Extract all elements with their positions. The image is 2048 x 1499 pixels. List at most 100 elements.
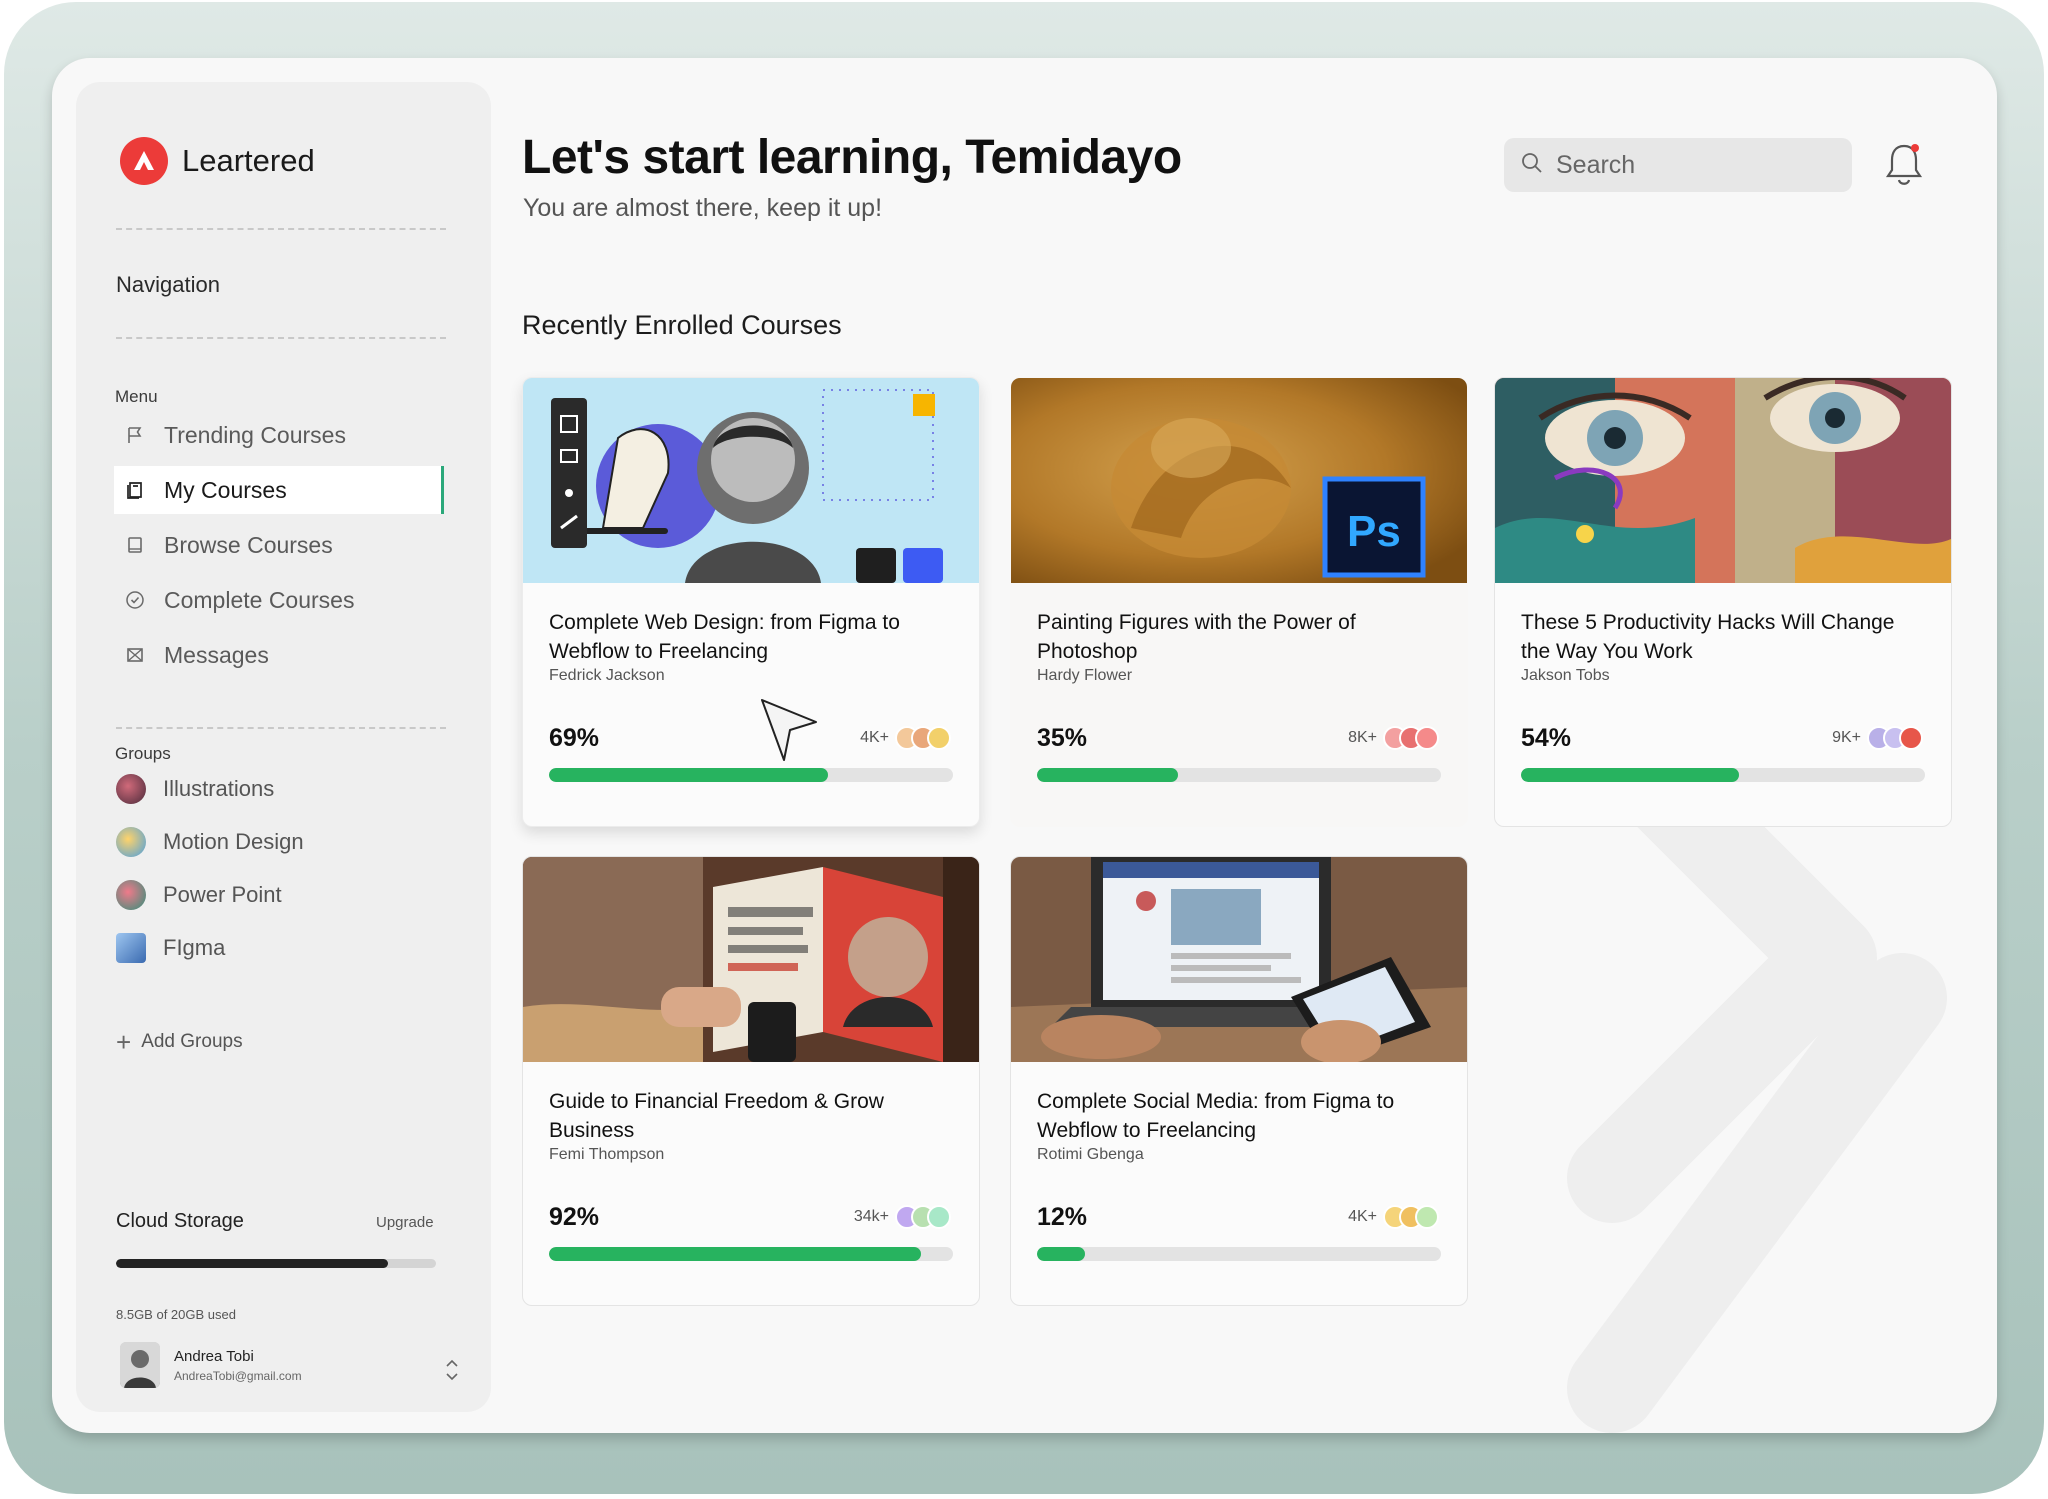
course-progress-fill: [1521, 768, 1740, 782]
course-author: Hardy Flower: [1037, 667, 1133, 684]
sidebar: Leartered Navigation Menu Trending Cours…: [76, 82, 491, 1412]
add-groups-button[interactable]: + Add Groups: [116, 1029, 243, 1055]
course-card[interactable]: Guide to Financial Freedom & Grow Busine…: [522, 856, 980, 1306]
course-author: Femi Thompson: [549, 1146, 665, 1163]
group-label: Motion Design: [163, 829, 304, 854]
search-input[interactable]: [1556, 150, 1836, 180]
learner-avatars: [1383, 726, 1439, 750]
group-avatar: [116, 933, 146, 963]
menu-item-trending-courses[interactable]: Trending Courses: [114, 411, 444, 459]
navigation-heading: Navigation: [116, 272, 220, 297]
course-progress-value: 92%: [549, 1203, 600, 1231]
search-bar[interactable]: [1504, 138, 1852, 192]
avatar: [1899, 726, 1923, 750]
course-progress-fill: [549, 768, 828, 782]
course-card[interactable]: Complete Web Design: from Figma to Webfl…: [522, 377, 980, 827]
group-item-illustrations[interactable]: Illustrations: [116, 774, 274, 804]
course-progress-value: 54%: [1521, 724, 1572, 752]
course-progress-fill: [1037, 1247, 1086, 1261]
page-title: Let's start learning, Temidayo: [522, 131, 1182, 184]
course-progress-bar: [1037, 768, 1441, 782]
brand-logo[interactable]: Leartered: [120, 137, 315, 185]
group-label: Power Point: [163, 882, 282, 907]
learners-label: 4K+: [1348, 1208, 1377, 1225]
user-profile[interactable]: Andrea Tobi AndreaTobi@gmail.com: [120, 1342, 302, 1388]
course-thumbnail: [523, 857, 979, 1062]
book-icon: [124, 479, 146, 501]
avatar: [1415, 726, 1439, 750]
learner-avatars: [1383, 1205, 1439, 1229]
course-title[interactable]: Complete Web Design: from Figma to Webfl…: [549, 608, 949, 666]
brand-name: Leartered: [182, 143, 315, 178]
check-circle-icon: [124, 589, 146, 611]
group-label: Illustrations: [163, 776, 275, 801]
plus-icon: +: [116, 1027, 132, 1057]
learner-avatars: [895, 1205, 951, 1229]
course-progress-bar: [1037, 1247, 1441, 1261]
flag-icon: [124, 424, 146, 446]
menu-item-browse-courses[interactable]: Browse Courses: [114, 521, 444, 569]
learners-count: 4K+: [860, 726, 951, 750]
group-item-motion-design[interactable]: Motion Design: [116, 827, 304, 857]
divider: [116, 228, 446, 230]
storage-used-text: 8.5GB of 20GB used: [116, 1307, 236, 1322]
search-icon: [1520, 151, 1544, 180]
menu-item-label: Messages: [164, 641, 269, 668]
tablet-icon: [124, 534, 146, 556]
menu-item-my-courses[interactable]: My Courses: [114, 466, 444, 514]
course-progress-value: 12%: [1037, 1203, 1088, 1231]
user-name: Andrea Tobi: [174, 1347, 254, 1365]
menu-item-label: Browse Courses: [164, 531, 333, 558]
page-subtitle: You are almost there, keep it up!: [523, 194, 883, 222]
course-title[interactable]: Complete Social Media: from Figma to Web…: [1037, 1087, 1437, 1145]
course-author: Rotimi Gbenga: [1037, 1146, 1144, 1163]
learner-avatars: [895, 726, 951, 750]
course-progress-bar: [549, 1247, 953, 1261]
course-card[interactable]: Complete Social Media: from Figma to Web…: [1010, 856, 1468, 1306]
course-card[interactable]: These 5 Productivity Hacks Will Change t…: [1494, 377, 1952, 827]
group-avatar: [116, 880, 146, 910]
learners-count: 4K+: [1348, 1205, 1439, 1229]
course-progress-fill: [549, 1247, 921, 1261]
divider: [116, 337, 446, 339]
course-thumbnail: Ps: [1011, 378, 1467, 583]
course-thumbnail: [1011, 857, 1467, 1062]
course-title[interactable]: These 5 Productivity Hacks Will Change t…: [1521, 608, 1921, 666]
course-title[interactable]: Guide to Financial Freedom & Grow Busine…: [549, 1087, 949, 1145]
group-item-figma[interactable]: FIgma: [116, 933, 225, 963]
user-email: AndreaTobi@gmail.com: [174, 1368, 302, 1383]
avatar: [1415, 1205, 1439, 1229]
course-thumbnail: [1495, 378, 1951, 583]
avatar: [927, 726, 951, 750]
learners-count: 9K+: [1832, 726, 1923, 750]
menu-item-label: Trending Courses: [164, 421, 346, 448]
learners-count: 34k+: [854, 1205, 951, 1229]
learners-count: 8K+: [1348, 726, 1439, 750]
course-progress-bar: [549, 768, 953, 782]
groups-label: Groups: [115, 744, 171, 763]
group-item-power-point[interactable]: Power Point: [116, 880, 282, 910]
menu-item-label: My Courses: [164, 476, 287, 503]
notification-bell-icon[interactable]: [1882, 138, 1926, 195]
photoshop-badge: Ps: [1347, 507, 1401, 556]
app-window: Leartered Navigation Menu Trending Cours…: [52, 58, 1997, 1433]
menu-item-messages[interactable]: Messages: [114, 631, 444, 679]
menu-item-complete-courses[interactable]: Complete Courses: [114, 576, 444, 624]
cursor-pointer-icon: [761, 699, 817, 761]
course-author: Jakson Tobs: [1521, 667, 1610, 684]
course-progress-value: 35%: [1037, 724, 1088, 752]
section-title: Recently Enrolled Courses: [522, 310, 842, 340]
menu-label: Menu: [115, 387, 158, 406]
course-title[interactable]: Painting Figures with the Power of Photo…: [1037, 608, 1357, 666]
chevron-up-down-icon[interactable]: [444, 1357, 460, 1388]
course-thumbnail: [523, 378, 979, 583]
learners-label: 9K+: [1832, 729, 1861, 746]
storage-progress-bar: [116, 1259, 436, 1268]
learner-avatars: [1867, 726, 1923, 750]
group-label: FIgma: [163, 935, 226, 960]
course-progress-fill: [1037, 768, 1179, 782]
upgrade-link[interactable]: Upgrade: [376, 1214, 434, 1231]
add-groups-label: Add Groups: [141, 1031, 243, 1052]
course-progress-bar: [1521, 768, 1925, 782]
course-card[interactable]: Ps Painting Figures with the Power of Ph…: [1010, 377, 1468, 827]
